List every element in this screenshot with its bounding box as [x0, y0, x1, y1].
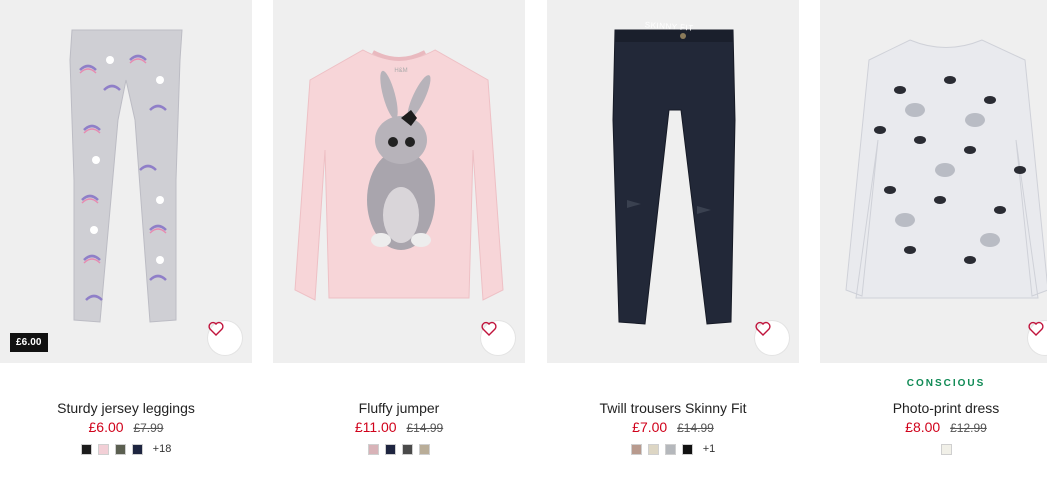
product-title[interactable]: Twill trousers Skinny Fit	[547, 398, 799, 418]
product-image[interactable]: £6.00	[0, 0, 252, 363]
color-swatch[interactable]	[402, 443, 413, 455]
product-label	[273, 376, 525, 392]
heart-outline-icon	[208, 321, 224, 336]
color-swatch[interactable]	[97, 443, 109, 455]
color-swatch[interactable]	[131, 443, 143, 455]
color-swatch[interactable]	[368, 443, 379, 455]
product-info: CONSCIOUS Photo-print dress £8.00 £12.99	[820, 376, 1047, 455]
product-card[interactable]: SKINNY FIT Twill trousers Skinny Fit £7.…	[547, 0, 799, 478]
color-swatches	[820, 443, 1047, 455]
color-swatch[interactable]	[664, 443, 676, 455]
product-info: Fluffy jumper £11.00 £14.99	[273, 376, 525, 455]
product-title[interactable]: Fluffy jumper	[273, 398, 525, 418]
product-grid: £6.00 Sturdy jersey leggings £6.00 £7.99…	[0, 0, 1047, 478]
product-image[interactable]: SKINNY FIT	[547, 0, 799, 363]
original-price: £7.99	[133, 421, 164, 435]
product-label	[0, 376, 252, 392]
product-prices: £11.00 £14.99	[273, 418, 525, 437]
product-title[interactable]: Photo-print dress	[820, 398, 1047, 418]
product-image[interactable]	[820, 0, 1047, 363]
svg-text:H&M: H&M	[394, 68, 407, 74]
color-swatches: +1	[547, 443, 799, 455]
color-swatch[interactable]	[114, 443, 126, 455]
conscious-label: CONSCIOUS	[906, 378, 986, 389]
sale-price: £11.00	[354, 419, 397, 435]
color-swatches	[273, 443, 525, 455]
color-swatch[interactable]	[419, 443, 430, 455]
heart-outline-icon	[755, 321, 771, 336]
product-card[interactable]: H&M Fluffy jumper £11.00 £14.99	[273, 0, 525, 478]
color-swatch[interactable]	[647, 443, 659, 455]
product-prices: £6.00 £7.99	[0, 418, 252, 437]
product-card[interactable]: CONSCIOUS Photo-print dress £8.00 £12.99	[820, 0, 1047, 478]
color-swatch[interactable]	[385, 443, 396, 455]
promo-price-tag: £6.00	[10, 333, 48, 352]
product-title[interactable]: Sturdy jersey leggings	[0, 398, 252, 418]
product-label	[547, 376, 799, 392]
color-swatch[interactable]	[80, 443, 92, 455]
heart-outline-icon	[1028, 321, 1044, 336]
color-swatches: +18	[0, 443, 252, 455]
sale-price: £8.00	[905, 419, 941, 435]
more-colors-count[interactable]: +18	[153, 443, 172, 455]
add-to-favourites-button[interactable]	[755, 321, 789, 355]
color-swatch[interactable]	[940, 443, 952, 455]
product-prices: £7.00 £14.99	[547, 418, 799, 437]
product-info: Sturdy jersey leggings £6.00 £7.99 +18	[0, 376, 252, 455]
product-image[interactable]: H&M	[273, 0, 525, 363]
heart-outline-icon	[481, 321, 497, 336]
color-swatch[interactable]	[630, 443, 642, 455]
more-colors-count[interactable]: +1	[703, 443, 716, 455]
original-price: £14.99	[406, 421, 444, 435]
original-price: £14.99	[677, 421, 714, 435]
original-price: £12.99	[950, 421, 987, 435]
product-info: Twill trousers Skinny Fit £7.00 £14.99 +…	[547, 376, 799, 455]
product-card[interactable]: £6.00 Sturdy jersey leggings £6.00 £7.99…	[0, 0, 252, 478]
sale-price: £6.00	[88, 419, 124, 435]
color-swatch[interactable]	[681, 443, 693, 455]
add-to-favourites-button[interactable]	[481, 321, 515, 355]
add-to-favourites-button[interactable]	[208, 321, 242, 355]
sale-price: £7.00	[632, 419, 668, 435]
product-prices: £8.00 £12.99	[820, 418, 1047, 437]
